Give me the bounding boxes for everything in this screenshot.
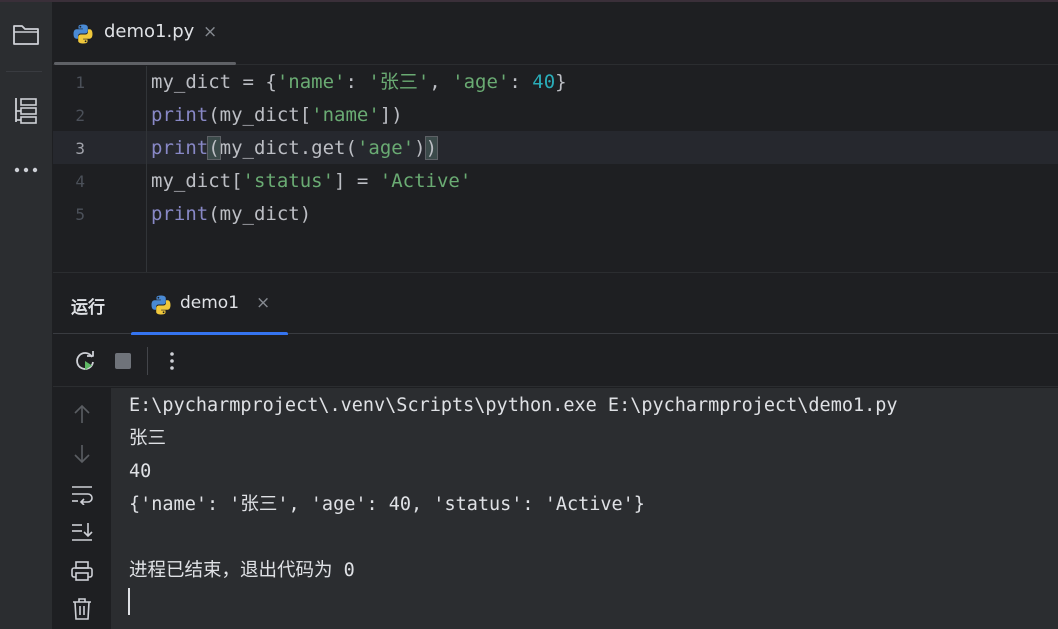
code-token: ( (207, 136, 221, 160)
code-token: 'age' (356, 137, 415, 159)
code-token: ) (424, 136, 439, 160)
close-icon[interactable]: × (256, 293, 270, 313)
folder-icon[interactable] (8, 17, 44, 53)
run-panel-title: 运行 (71, 298, 105, 318)
line-number: 3 (75, 139, 85, 158)
line-number: 2 (75, 106, 85, 125)
code-token: ) (414, 137, 426, 159)
code-token: } (555, 71, 567, 93)
code-token: print (151, 104, 209, 126)
toolbar-separator (147, 347, 148, 375)
line-number: 4 (75, 172, 85, 191)
code-token: 'status' (242, 170, 335, 192)
code-token: 40 (532, 71, 556, 93)
stop-icon[interactable] (110, 348, 136, 374)
code-text: print(my_dict) (151, 198, 311, 231)
code-token: my_dict[ (151, 170, 243, 192)
more-icon[interactable] (8, 152, 44, 188)
left-bar-separator (6, 71, 42, 72)
console-line-output: {'name': '张三', 'age': 40, 'status': 'Act… (129, 494, 645, 515)
code-line[interactable]: 1 my_dict = {'name': '张三', 'age': 40} (53, 66, 1058, 99)
code-text: my_dict['status'] = 'Active' (151, 165, 471, 198)
active-tab-indicator (54, 62, 236, 65)
code-token: '张三' (368, 71, 430, 93)
code-token: ] = (334, 170, 380, 192)
code-token: (my_dict) (208, 203, 312, 225)
code-line[interactable]: 3 print(my_dict.get('age')) (53, 132, 1058, 165)
down-arrow-icon[interactable] (69, 441, 95, 467)
code-text: print(my_dict.get('age')) (151, 132, 439, 165)
code-token: 'age' (452, 71, 510, 93)
code-text: print(my_dict['name']) (151, 99, 403, 132)
rerun-icon[interactable] (72, 348, 98, 374)
editor-tab-label: demo1.py (104, 21, 195, 42)
pycharm-window: demo1.py × 1 my_dict = {'name': '张三', 'ag… (0, 0, 1058, 629)
line-number: 5 (75, 205, 85, 224)
code-token: my_dict = { (151, 71, 277, 93)
code-editor[interactable]: 1 my_dict = {'name': '张三', 'age': 40} 2 pri… (53, 66, 1058, 272)
code-token: 'name' (276, 71, 346, 93)
code-line[interactable]: 4 my_dict['status'] = 'Active' (53, 165, 1058, 198)
code-token: print (151, 203, 209, 225)
code-text: my_dict = {'name': '张三', 'age': 40} (151, 66, 567, 99)
console-line-output: 40 (129, 461, 152, 482)
console-side-toolbar (53, 388, 111, 629)
soft-wrap-icon[interactable] (69, 481, 95, 507)
code-line[interactable]: 5 print(my_dict) (53, 198, 1058, 231)
console-line-output: 张三 (129, 428, 167, 449)
run-tab-demo1[interactable]: demo1 × (131, 273, 288, 336)
more-vertical-icon[interactable] (159, 348, 185, 374)
up-arrow-icon[interactable] (69, 401, 95, 427)
code-token: : (509, 71, 533, 93)
structure-icon[interactable] (8, 92, 44, 128)
console-line-command: E:\pycharmproject\.venv\Scripts\python.e… (129, 395, 898, 416)
scroll-to-end-icon[interactable] (69, 519, 95, 545)
code-token: 'name' (311, 104, 380, 126)
console-line-exit-status: 进程已结束，退出代码为 0 (129, 560, 355, 581)
print-icon[interactable] (69, 558, 95, 584)
run-tool-window-header: 运行 demo1 × (53, 272, 1058, 336)
code-token: : (345, 71, 369, 93)
editor-tab-demo1-py[interactable]: demo1.py × (53, 2, 238, 65)
code-token: (my_dict[ (208, 104, 312, 126)
trash-icon[interactable] (69, 596, 95, 622)
python-run-icon (150, 294, 172, 320)
close-icon[interactable]: × (203, 22, 217, 42)
code-token: my_dict.get( (219, 137, 357, 159)
line-number: 1 (75, 73, 85, 92)
text-caret (128, 588, 130, 615)
run-toolbar (53, 335, 1058, 387)
code-token: 'Active' (379, 170, 472, 192)
code-line[interactable]: 2 print(my_dict['name']) (53, 99, 1058, 132)
code-token: print (151, 137, 209, 159)
console-output[interactable]: E:\pycharmproject\.venv\Scripts\python.e… (111, 388, 1058, 629)
editor-tab-bar: demo1.py × (53, 2, 1058, 65)
python-file-icon (72, 23, 94, 49)
left-tool-bar (0, 2, 53, 629)
code-token: ]) (379, 104, 403, 126)
run-tab-label: demo1 (180, 293, 240, 313)
code-token: , (429, 71, 453, 93)
